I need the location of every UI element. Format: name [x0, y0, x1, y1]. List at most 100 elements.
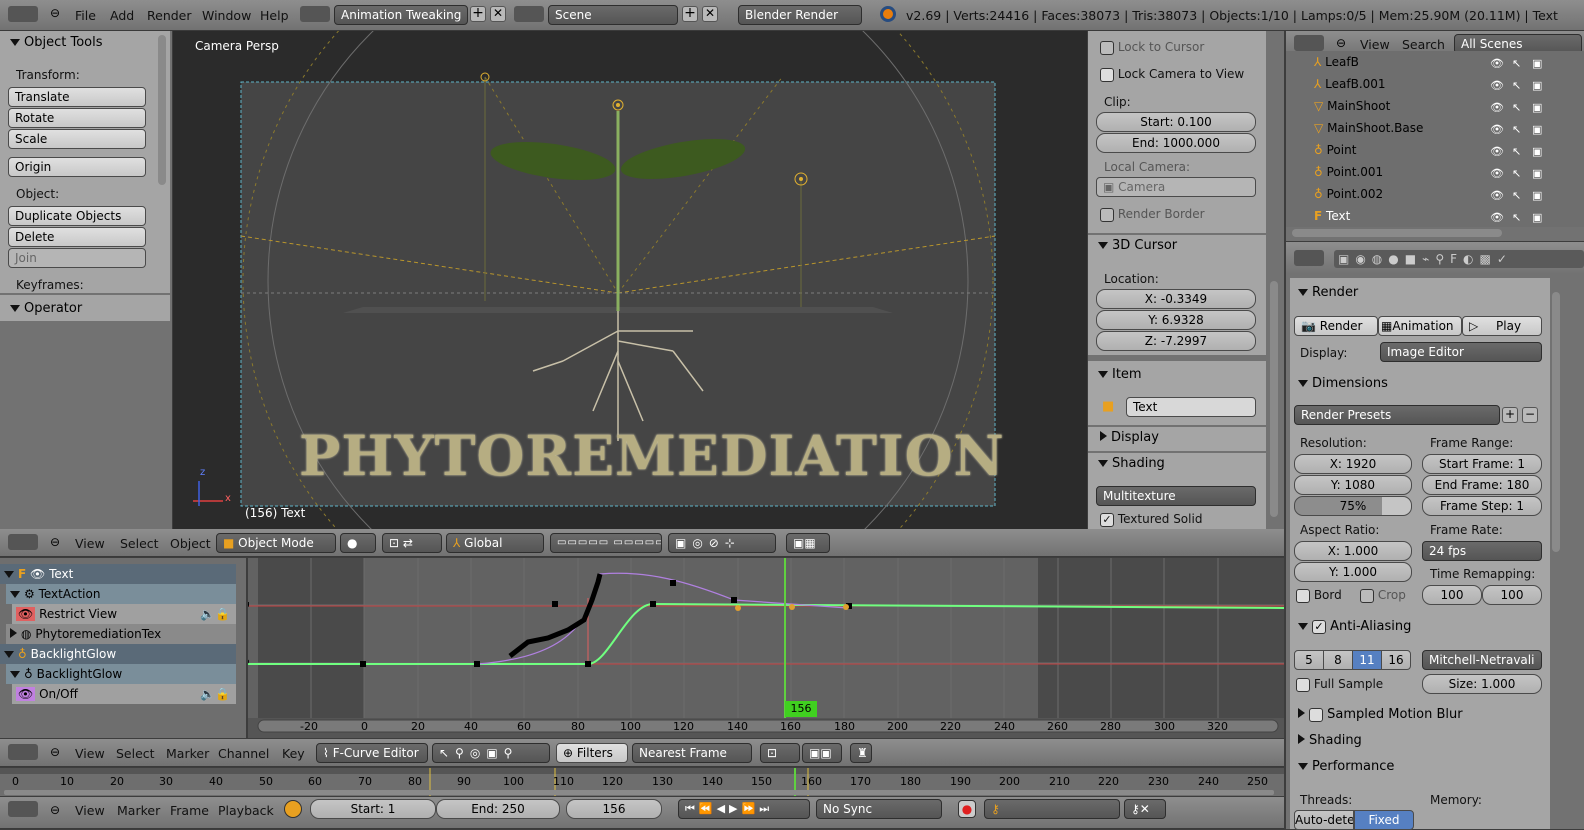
- origin-button[interactable]: Origin: [8, 157, 146, 177]
- remap-new-field[interactable]: 100: [1482, 585, 1542, 605]
- render-presets-select[interactable]: Render Presets: [1294, 405, 1500, 425]
- render-camera-icon[interactable]: ▣ ▣ ▣ ▣ ▣ ▣ ▣ ▣: [1532, 53, 1542, 229]
- add-screen-icon[interactable]: +: [470, 6, 486, 22]
- outliner-item-point002[interactable]: Point.002: [1327, 187, 1384, 201]
- props-scrollbar[interactable]: [1270, 281, 1278, 517]
- aa-samples-5[interactable]: 5: [1294, 650, 1324, 670]
- speaker-lock-icon[interactable]: 🔈🔒: [200, 604, 230, 624]
- scene-selector[interactable]: Scene: [548, 5, 678, 25]
- resolution-x-field[interactable]: X: 1920: [1294, 454, 1412, 474]
- ghost-curves-button[interactable]: ♜: [850, 743, 872, 763]
- render-button[interactable]: 📷 Render: [1294, 316, 1378, 336]
- delete-button[interactable]: Delete: [8, 227, 146, 247]
- start-frame-field[interactable]: Start: 1: [310, 799, 436, 819]
- text-object-3d[interactable]: PHYTOREMEDIATION: [299, 423, 1005, 488]
- cursor-z-field[interactable]: Z: -7.2997: [1096, 331, 1256, 351]
- menu-window[interactable]: Window: [202, 8, 251, 23]
- aa-filter-select[interactable]: Mitchell-Netravali: [1422, 650, 1542, 670]
- channel-restrict-view[interactable]: 👁 Restrict View 🔈🔒: [12, 604, 236, 624]
- render-preview-buttons[interactable]: ▣▦: [786, 533, 830, 553]
- collapse-icon[interactable]: ⊖: [50, 6, 60, 20]
- record-icon[interactable]: ●: [958, 800, 976, 818]
- dimensions-panel-header[interactable]: Dimensions: [1298, 376, 1388, 391]
- view3d-select-menu[interactable]: Select: [120, 536, 159, 551]
- performance-panel-header[interactable]: Performance: [1298, 759, 1394, 774]
- threads-auto-detect[interactable]: Auto-dete: [1294, 810, 1354, 830]
- add-preset-icon[interactable]: +: [1502, 407, 1518, 423]
- view3d-view-menu[interactable]: View: [75, 536, 105, 551]
- lock-camera-checkbox[interactable]: Lock Camera to View: [1100, 67, 1244, 82]
- channel-on-off[interactable]: 👁 On/Off 🔈🔒: [12, 684, 236, 704]
- graph-marker-menu[interactable]: Marker: [166, 746, 209, 761]
- collapse-icon[interactable]: ⊖: [50, 745, 60, 759]
- copy-paste-buttons[interactable]: ▣▣: [802, 743, 842, 763]
- duplicate-objects-button[interactable]: Duplicate Objects: [8, 206, 146, 226]
- auto-snap-select[interactable]: Nearest Frame: [632, 743, 752, 763]
- scene-icon[interactable]: [514, 6, 544, 22]
- collapse-icon[interactable]: ⊖: [50, 803, 60, 817]
- add-scene-icon[interactable]: +: [682, 6, 698, 22]
- outliner-item-leafb001[interactable]: LeafB.001: [1325, 77, 1385, 91]
- play-button[interactable]: ▷ Play: [1462, 316, 1542, 336]
- channel-backlightglow-data[interactable]: ♁ BacklightGlow: [6, 664, 236, 684]
- menu-file[interactable]: File: [75, 8, 96, 23]
- object-tools-header[interactable]: Object Tools: [10, 35, 103, 50]
- shading-panel-header[interactable]: Shading: [1298, 733, 1362, 748]
- transform-orientation-select[interactable]: ⅄ Global: [446, 533, 544, 553]
- cursor-y-field[interactable]: Y: 6.9328: [1096, 310, 1256, 330]
- graph-channel-menu[interactable]: Channel: [218, 746, 269, 761]
- end-frame-field[interactable]: End Frame: 180: [1422, 475, 1542, 495]
- frame-rate-select[interactable]: 24 fps: [1422, 541, 1542, 561]
- scale-button[interactable]: Scale: [8, 129, 146, 149]
- channel-text-object[interactable]: F 👁 Text: [0, 564, 236, 584]
- close-scene-icon[interactable]: ✕: [702, 6, 718, 22]
- remap-old-field[interactable]: 100: [1422, 585, 1482, 605]
- aa-samples-16[interactable]: 16: [1381, 650, 1411, 670]
- graph-editor-icon[interactable]: [8, 744, 38, 760]
- frame-step-field[interactable]: Frame Step: 1: [1422, 496, 1542, 516]
- full-sample-checkbox[interactable]: Full Sample: [1296, 677, 1383, 692]
- start-frame-field[interactable]: Start Frame: 1: [1422, 454, 1542, 474]
- crop-checkbox[interactable]: Crop: [1360, 588, 1406, 603]
- view3d-editor-icon[interactable]: [8, 534, 38, 550]
- render-engine-select[interactable]: Blender Render: [738, 5, 862, 25]
- close-screen-icon[interactable]: ✕: [490, 6, 506, 22]
- display-select[interactable]: Image Editor: [1380, 342, 1542, 362]
- translate-button[interactable]: Translate: [8, 87, 146, 107]
- keying-set-select[interactable]: ⚷: [984, 799, 1120, 819]
- rotate-button[interactable]: Rotate: [8, 108, 146, 128]
- lock-to-cursor-checkbox[interactable]: Lock to Cursor: [1100, 40, 1204, 55]
- cursor-x-field[interactable]: X: -0.3349: [1096, 289, 1256, 309]
- object-mode-select[interactable]: ■ Object Mode: [216, 533, 336, 553]
- current-frame-field[interactable]: 156: [566, 799, 662, 819]
- join-button[interactable]: Join: [8, 248, 146, 268]
- timeline-area[interactable]: 0 10 20 30 40 50 60 70 80 90 100 110 120 130 140 150 160…: [0, 768, 1284, 796]
- view3d-object-menu[interactable]: Object: [170, 536, 211, 551]
- outliner-item-mainshoot[interactable]: MainShoot: [1327, 99, 1390, 113]
- context-tabs[interactable]: ▣◉◍●■⌁⚲F◐▩✓: [1334, 250, 1584, 268]
- outliner-item-leafb[interactable]: LeafB: [1325, 55, 1359, 69]
- render-border-checkbox[interactable]: Render Border: [1100, 207, 1205, 222]
- channel-textaction[interactable]: ⚙ TextAction: [6, 584, 236, 604]
- graph-filter-toggles[interactable]: ↖⚲◎▣⚲: [432, 743, 550, 763]
- snap-tools[interactable]: ▣◎⊘⊹: [668, 533, 776, 553]
- operator-header[interactable]: Operator: [10, 301, 82, 316]
- properties-scrollbar[interactable]: [1552, 292, 1560, 552]
- menu-add[interactable]: Add: [110, 8, 134, 23]
- animation-button[interactable]: ▦Animation: [1378, 316, 1462, 336]
- sync-mode-select[interactable]: No Sync: [816, 799, 942, 819]
- render-panel-header[interactable]: Render: [1298, 285, 1358, 300]
- viewport-shading-select[interactable]: ●: [340, 533, 376, 553]
- resolution-percent-slider[interactable]: 75%: [1294, 496, 1412, 516]
- visibility-eye-icon[interactable]: 👁 👁 👁 👁 👁 👁 👁 👁: [1490, 53, 1504, 229]
- outliner-view-menu[interactable]: View: [1360, 37, 1390, 52]
- keying-buttons[interactable]: ⚷✕: [1124, 799, 1166, 819]
- menu-render[interactable]: Render: [147, 8, 192, 23]
- shading-mode-select[interactable]: Multitexture: [1096, 486, 1256, 506]
- playback-controls[interactable]: ⏮⏪◀▶⏩⏭: [678, 799, 810, 819]
- remove-preset-icon[interactable]: −: [1522, 407, 1538, 423]
- border-checkbox[interactable]: Bord: [1296, 588, 1342, 603]
- graph-select-menu[interactable]: Select: [116, 746, 155, 761]
- outliner-item-point[interactable]: Point: [1327, 143, 1357, 157]
- graph-mode-select[interactable]: ⌇ F-Curve Editor: [316, 743, 428, 763]
